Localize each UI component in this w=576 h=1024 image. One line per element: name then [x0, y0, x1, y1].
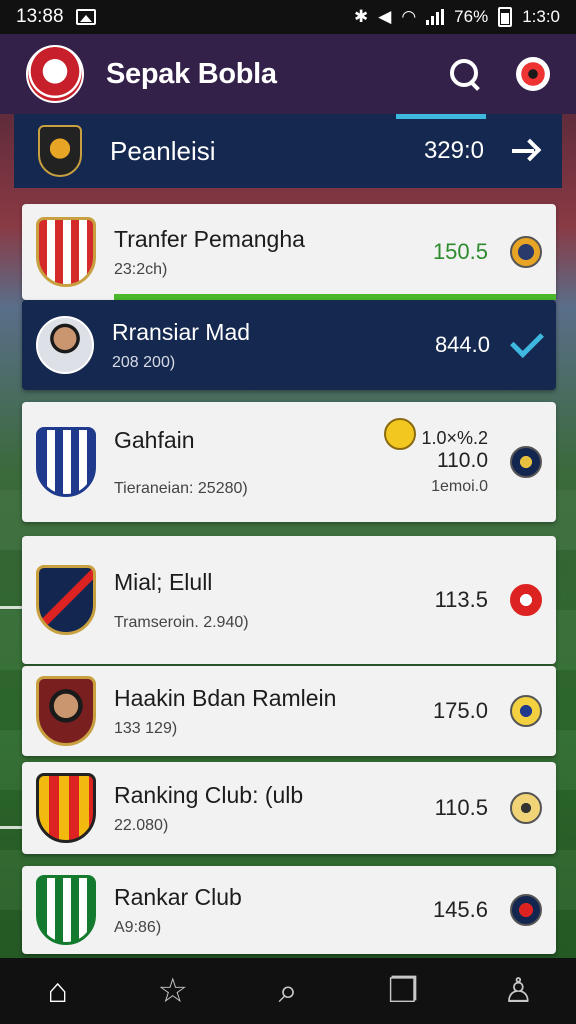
item-sub: A9:86): [114, 918, 162, 936]
player-avatar: [36, 316, 94, 374]
club-badge-icon: [510, 236, 542, 268]
item-value: 110.5: [434, 795, 488, 820]
app-bar: Sepak Bobla: [0, 34, 576, 114]
club-crest-icon: [36, 565, 96, 635]
club-badge-icon: [510, 584, 542, 616]
item-value-line: 1emoi.0: [431, 477, 488, 495]
wifi-icon: ◠: [401, 7, 417, 26]
club-crest-icon: [36, 875, 96, 945]
trophy-icon: [384, 418, 416, 450]
club-crest-icon: [36, 217, 96, 287]
item-sub: 23:2ch): [114, 260, 168, 278]
list-item[interactable]: Tranfer Pemangha 23:2ch) 150.5: [22, 204, 556, 300]
item-name: Rankar Club: [114, 883, 242, 910]
item-name: Rransiar Mad: [112, 318, 251, 345]
player-avatar: [36, 676, 96, 746]
search-icon[interactable]: [448, 57, 482, 91]
club-crest-icon: [36, 427, 96, 497]
item-sub: Tramseroin. 2.940): [114, 613, 249, 631]
status-bar: 13:88 ✱ ◀ ◠ 76% 1:3:0: [0, 0, 576, 34]
battery-icon: [498, 7, 513, 27]
club-badge-icon: [510, 446, 542, 478]
header-value: 329:0: [423, 137, 484, 164]
mute-icon: ◀: [378, 7, 392, 26]
image-notification-icon: [75, 9, 96, 25]
club-badge-icon: [510, 695, 542, 727]
list-item[interactable]: Mial; Elull Tramseroin. 2.940) 113.5: [22, 536, 556, 664]
item-value: 113.5: [434, 587, 488, 612]
item-sub: Tieraneian: 25280): [114, 479, 248, 497]
club-crest-icon: [38, 125, 82, 177]
star-icon[interactable]: ☆: [153, 971, 193, 1011]
item-name: Haakin Bdan Ramlein: [114, 684, 337, 711]
header-title: Peanleisi: [110, 135, 216, 166]
item-name: Mial; Elull: [114, 568, 213, 595]
checkmark-icon: [510, 324, 544, 358]
item-name: Gahfain: [114, 426, 195, 453]
list-item[interactable]: Ranking Club: (ulb 22.080) 110.5: [22, 762, 556, 854]
bottom-navigation: ⌂ ☆ ⌕ ❐ ♙: [0, 958, 576, 1024]
list-item[interactable]: Haakin Bdan Ramlein 133 129) 175.0: [22, 666, 556, 756]
item-value-line: 110.0: [437, 448, 488, 472]
item-name: Ranking Club: (ulb: [114, 781, 304, 808]
item-sub: 208 200): [112, 353, 176, 371]
app-title: Sepak Bobla: [106, 57, 277, 90]
list-header[interactable]: Peanleisi 329:0: [14, 114, 562, 188]
item-name: Tranfer Pemangha: [114, 225, 305, 252]
club-badge-icon: [510, 894, 542, 926]
arrow-right-icon[interactable]: [512, 140, 538, 162]
status-time-right: 1:3:0: [522, 7, 560, 26]
list-item-selected[interactable]: Rransiar Mad 208 200) 844.0: [22, 300, 556, 390]
bluetooth-icon: ✱: [353, 7, 369, 26]
profile-icon[interactable]: ♙: [498, 971, 538, 1011]
signal-icon: [426, 9, 445, 25]
battery-percent: 76%: [454, 7, 489, 26]
tab-indicator: [396, 114, 486, 119]
club-crest-icon: [36, 773, 96, 843]
ranking-list: Peanleisi 329:0 Tranfer Pemangha 23:2ch)…: [14, 114, 562, 956]
item-value: 145.6: [432, 897, 488, 922]
club-badge-icon: [510, 792, 542, 824]
item-sub: 22.080): [114, 816, 169, 834]
copy-icon[interactable]: ❐: [383, 971, 423, 1011]
item-value: 175.0: [432, 698, 488, 723]
home-icon[interactable]: ⌂: [38, 971, 78, 1011]
search-icon[interactable]: ⌕: [268, 971, 308, 1011]
item-value: 150.5: [432, 239, 488, 264]
list-item[interactable]: Rankar Club A9:86) 145.6: [22, 866, 556, 954]
status-time-left: 13:88: [16, 6, 64, 27]
item-value-line: 1.0×%.2: [421, 427, 488, 448]
item-sub: 133 129): [114, 719, 178, 737]
profile-avatar[interactable]: [516, 57, 550, 91]
item-value: 844.0: [434, 332, 490, 357]
item-values: 1.0×%.2 110.0 1emoi.0: [421, 427, 488, 495]
list-item[interactable]: Gahfain Tieraneian: 25280) 1.0×%.2 110.0…: [22, 402, 556, 522]
app-logo: [26, 45, 84, 103]
